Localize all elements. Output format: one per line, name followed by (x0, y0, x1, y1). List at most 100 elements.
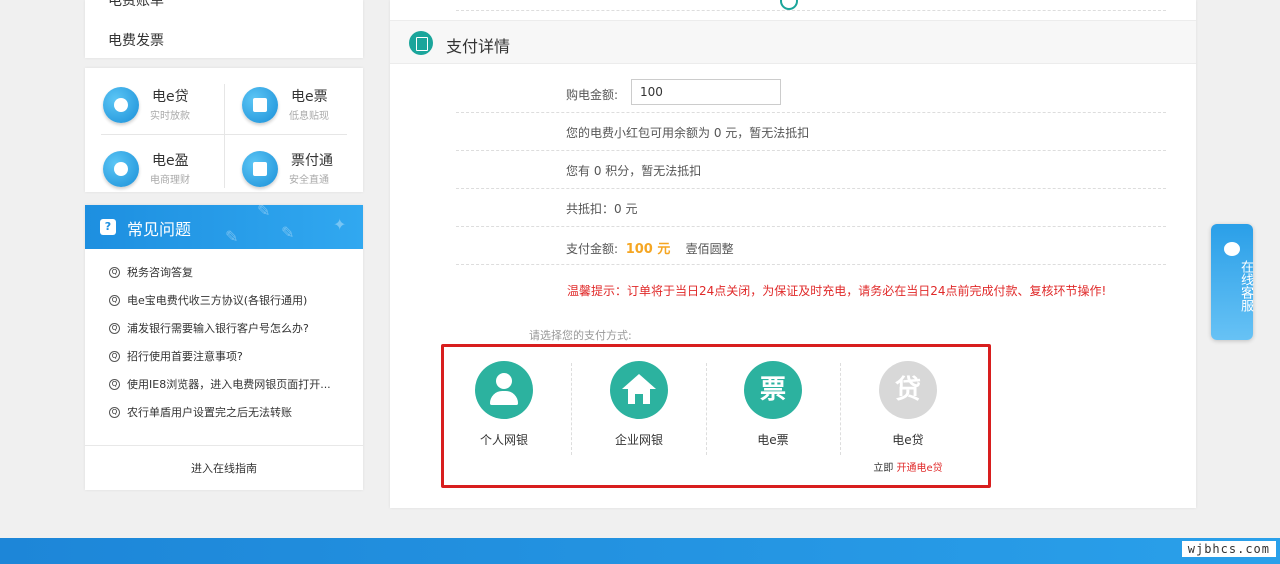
faq-item[interactable]: Q 使用IE8浏览器，进入电费网银页面打开... (85, 375, 363, 403)
faq-item[interactable]: Q 招行使用首要注意事项? (85, 347, 363, 375)
ticket-glyph: 票 (759, 375, 786, 405)
faq-item[interactable]: Q 税务咨询答复 (85, 263, 363, 291)
activate-link[interactable]: 开通电e贷 (897, 463, 943, 474)
top-strip (390, 0, 1196, 20)
faq-item-text: 招行使用首要注意事项? (127, 350, 243, 363)
service-dian-e-piao[interactable]: 电e票 低息贴现 (224, 68, 363, 130)
footer-bar: wjbhcs.com (0, 538, 1280, 564)
payment-title: 支付详情 (446, 37, 511, 56)
faq-item[interactable]: Q 浦发银行需要输入银行客户号怎么办? (85, 319, 363, 347)
points-text: 您有 0 积分，暂无法抵扣 (566, 164, 702, 178)
bill-menu: 电费账单 电费发票 (85, 0, 363, 58)
service-name: 电e票 (291, 89, 328, 105)
pay-amount-words: 壹佰圆整 (685, 242, 734, 256)
document-icon (242, 151, 278, 187)
service-dian-e-dai[interactable]: 电e贷 实时放款 (85, 68, 224, 130)
activate-prefix: 立即 (873, 463, 897, 474)
activate-line: 立即 开通电e贷 (850, 459, 966, 474)
house-icon (610, 361, 668, 419)
amount-row: 购电金额: (456, 75, 1166, 113)
ticket-icon: 票 (744, 361, 802, 419)
faq-item-text: 农行单盾用户设置完之后无法转账 (127, 406, 292, 419)
service-name: 电e贷 (152, 89, 189, 105)
faq-item-text: 浦发银行需要输入银行客户号怎么办? (127, 322, 309, 335)
method-label: 电e票 (757, 433, 789, 447)
menu-item-invoice[interactable]: 电费发票 (108, 30, 164, 50)
service-sub: 电商理财 (150, 175, 190, 186)
amount-input[interactable] (631, 79, 781, 105)
money-bag-icon (103, 151, 139, 187)
payment-methods: 个人网银 企业网银 票 电e票 贷 电e贷 立即 开通电e贷 (441, 344, 991, 488)
services-grid: 电e贷 实时放款 电e票 低息贴现 电e盈 电商理财 票付通 安全直通 (85, 68, 363, 192)
divider (706, 363, 707, 455)
payment-header: 支付详情 (390, 20, 1196, 64)
loan-icon (103, 87, 139, 123)
method-personal-bank[interactable]: 个人网银 (446, 347, 581, 485)
service-dian-e-ying[interactable]: 电e盈 电商理财 (85, 132, 224, 194)
choose-method-label: 请选择您的支付方式: (529, 329, 632, 342)
divider (456, 10, 1166, 11)
service-name: 票付通 (291, 153, 333, 169)
faq-item-text: 使用IE8浏览器，进入电费网银页面打开... (127, 378, 331, 391)
method-label: 企业网银 (614, 433, 663, 447)
q-bullet-icon: Q (109, 267, 120, 278)
online-service-widget[interactable]: 在线客服 (1211, 224, 1253, 340)
service-name: 电e盈 (152, 153, 189, 169)
faq-item[interactable]: Q 农行单盾用户设置完之后无法转账 (85, 403, 363, 431)
method-dian-e-dai[interactable]: 贷 电e贷 立即 开通电e贷 (850, 347, 985, 485)
deduct-row: 共抵扣：0 元 (456, 189, 1166, 227)
divider (840, 363, 841, 455)
service-sub: 安全直通 (289, 175, 329, 186)
online-guide-link[interactable]: 进入在线指南 (85, 445, 363, 490)
divider (101, 134, 347, 135)
loan-glyph: 贷 (894, 375, 921, 405)
method-dian-e-piao[interactable]: 票 电e票 (715, 347, 850, 485)
divider (571, 363, 572, 455)
clipboard-icon (409, 31, 433, 55)
q-bullet-icon: Q (109, 379, 120, 390)
faq-panel: ? 常见问题 ✎ ✎ ✎ ✦ Q 税务咨询答复 Q 电e宝电费代收三方协议(各银行通… (85, 201, 363, 490)
person-icon (475, 361, 533, 419)
faq-list: Q 税务咨询答复 Q 电e宝电费代收三方协议(各银行通用) Q 浦发银行需要输入银行客… (85, 249, 363, 431)
q-bullet-icon: Q (109, 351, 120, 362)
pay-label: 支付金额: (566, 242, 619, 256)
service-piao-fu-tong[interactable]: 票付通 安全直通 (224, 132, 363, 194)
service-sub: 低息贴现 (289, 111, 329, 122)
q-bullet-icon: Q (109, 407, 120, 418)
pencil-icon: ✎ (225, 227, 239, 246)
menu-item-bill[interactable]: 电费账单 (108, 0, 164, 10)
pencil-icon: ✎ (281, 223, 295, 242)
question-icon: ? (100, 219, 116, 235)
method-label: 电e贷 (892, 433, 924, 447)
q-bullet-icon: Q (109, 295, 120, 306)
pay-amount: 100 元 (625, 242, 671, 257)
pencil-icon: ✎ (257, 201, 271, 220)
faq-header: ? 常见问题 ✎ ✎ ✎ ✦ (85, 201, 363, 249)
ticket-icon (242, 87, 278, 123)
faq-item[interactable]: Q 电e宝电费代收三方协议(各银行通用) (85, 291, 363, 319)
points-row: 您有 0 积分，暂无法抵扣 (456, 151, 1166, 189)
divider (224, 84, 225, 188)
warning-text: 温馨提示：订单将于当日24点关闭，为保证及时充电，请务必在当日24点前完成付款、… (567, 284, 1107, 298)
online-service-text: 在线客服 (1238, 260, 1253, 312)
method-enterprise-bank[interactable]: 企业网银 (581, 347, 716, 485)
step-circle-icon (780, 0, 798, 10)
left-sidebar: 电费账单 电费发票 电e贷 实时放款 电e票 低息贴现 电e盈 电商理财 票付通… (85, 0, 363, 490)
star-icon: ✦ (333, 215, 347, 234)
redpacket-row: 您的电费小红包可用余额为 0 元，暂无法抵扣 (456, 113, 1166, 151)
faq-title: 常见问题 (127, 220, 192, 239)
q-bullet-icon: Q (109, 323, 120, 334)
watermark: wjbhcs.com (1181, 541, 1276, 557)
faq-item-text: 税务咨询答复 (127, 266, 193, 279)
chat-bubble-icon (1224, 242, 1240, 256)
redpacket-text: 您的电费小红包可用余额为 0 元，暂无法抵扣 (566, 126, 810, 140)
pay-amount-row: 支付金额: 100 元 壹佰圆整 (456, 227, 1166, 265)
loan-icon: 贷 (879, 361, 937, 419)
pay-amount-line: 支付金额: 100 元 壹佰圆整 (566, 238, 734, 257)
deduct-text: 共抵扣：0 元 (566, 202, 638, 216)
service-sub: 实时放款 (150, 111, 190, 122)
payment-rows: 购电金额: 您的电费小红包可用余额为 0 元，暂无法抵扣 您有 0 积分，暂无法… (456, 75, 1166, 265)
amount-label: 购电金额: (566, 88, 619, 102)
faq-item-text: 电e宝电费代收三方协议(各银行通用) (127, 294, 308, 307)
method-label: 个人网银 (479, 433, 528, 447)
